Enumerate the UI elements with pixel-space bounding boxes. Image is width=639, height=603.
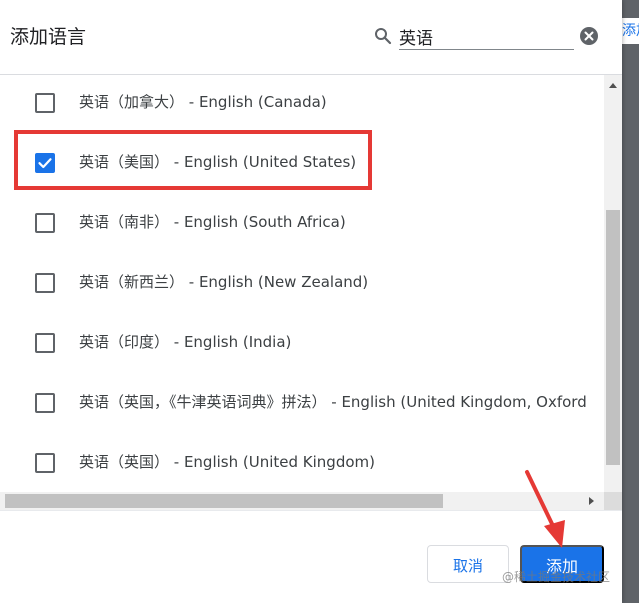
language-item[interactable]: 英语（新西兰） - English (New Zealand) [0, 255, 604, 315]
dialog-header: 添加语言 [0, 0, 622, 75]
vertical-scrollbar-thumb[interactable] [606, 210, 620, 465]
language-label: 英语（英国） - English (United Kingdom) [79, 453, 375, 471]
clear-icon [584, 31, 594, 41]
background-page-strip [622, 0, 639, 603]
dialog-title: 添加语言 [10, 26, 87, 48]
language-checkbox[interactable] [35, 93, 55, 113]
language-checkbox[interactable] [35, 213, 55, 233]
language-checkbox[interactable] [35, 273, 55, 293]
search-box [374, 22, 600, 52]
language-label: 英语（南非） - English (South Africa) [79, 213, 346, 231]
cancel-button[interactable]: 取消 [427, 545, 509, 583]
language-label: 英语（新西兰） - English (New Zealand) [79, 273, 369, 291]
language-label: 英语（英国，《牛津英语词典》拼法） - English (United King… [79, 393, 587, 411]
language-item[interactable]: 英语（加拿大） - English (Canada) [0, 75, 604, 135]
vertical-scrollbar[interactable] [604, 75, 622, 492]
clear-search-button[interactable] [580, 27, 598, 45]
scrollbar-corner [604, 492, 622, 510]
scroll-right-arrow-icon[interactable] [589, 497, 594, 505]
scroll-up-arrow-icon[interactable] [609, 83, 617, 88]
language-item[interactable]: 英语（英国） - English (United Kingdom) [0, 435, 604, 492]
language-label: 英语（加拿大） - English (Canada) [79, 93, 327, 111]
background-add-language-link[interactable]: 添加 [622, 18, 639, 44]
horizontal-scrollbar-thumb[interactable] [5, 494, 443, 508]
annotation-highlight-box [14, 130, 372, 190]
footer-divider [0, 510, 622, 511]
language-checkbox[interactable] [35, 453, 55, 473]
search-input[interactable] [399, 23, 574, 50]
language-item[interactable]: 英语（南非） - English (South Africa) [0, 195, 604, 255]
search-icon [375, 28, 392, 45]
language-checkbox[interactable] [35, 333, 55, 353]
horizontal-scrollbar[interactable] [0, 492, 604, 510]
watermark: @稀土掘金技术社区 [502, 570, 611, 584]
language-item[interactable]: 英语（英国，《牛津英语词典》拼法） - English (United King… [0, 375, 604, 435]
language-checkbox[interactable] [35, 393, 55, 413]
language-label: 英语（印度） - English (India) [79, 333, 292, 351]
language-item[interactable]: 英语（印度） - English (India) [0, 315, 604, 375]
add-language-dialog: 添加语言 英语（加拿大） - English (Canada) [0, 0, 622, 603]
